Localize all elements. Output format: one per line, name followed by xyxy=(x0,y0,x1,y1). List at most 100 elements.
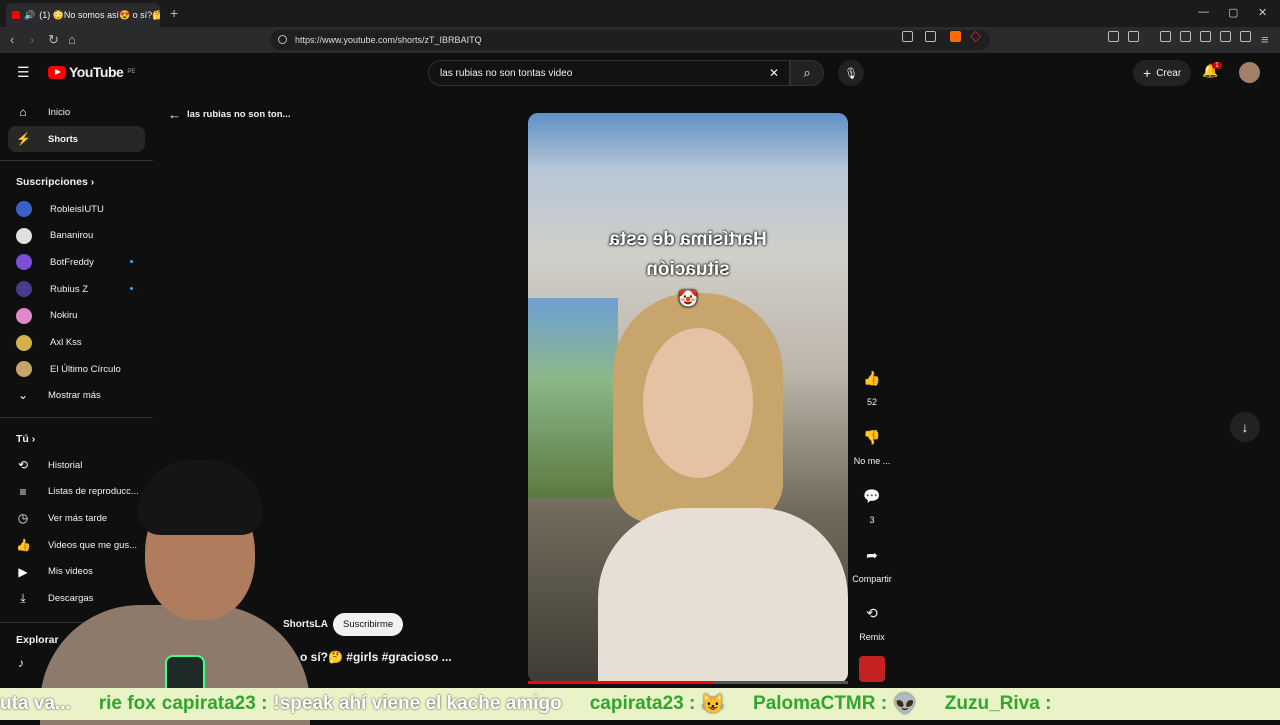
sidebar-icon[interactable] xyxy=(1180,31,1191,42)
speaker-icon[interactable]: 🔊 xyxy=(24,10,35,21)
streamer-hair xyxy=(138,460,263,535)
chevron-down-icon: ⌄ xyxy=(17,388,29,402)
dislike-button[interactable]: 👎 No me ... xyxy=(850,421,894,466)
chat-username: capirata23 : xyxy=(161,693,268,714)
search-icon: ⌕ xyxy=(803,65,811,80)
media-icon[interactable] xyxy=(1160,31,1171,42)
maximize-button[interactable]: ▢ xyxy=(1228,6,1238,19)
leo-icon[interactable] xyxy=(1220,31,1231,42)
chevron-right-icon: › xyxy=(31,433,36,445)
stream-chat-ticker: uta va... rie fox capirata23 : !speak ahí v… xyxy=(0,688,1280,720)
microphone-icon: 🎙 xyxy=(844,67,858,80)
remix-icon: ⟲ xyxy=(856,597,888,629)
video-person-body xyxy=(598,508,848,683)
shorts-icon: ⚡ xyxy=(16,132,31,146)
sidebar-subscription-item[interactable]: Rubius Z xyxy=(8,276,145,302)
youtube-favicon-icon xyxy=(12,11,20,19)
home-icon[interactable]: ⌂ xyxy=(68,32,76,47)
minimize-button[interactable]: — xyxy=(1198,6,1209,18)
sidebar-item-label: BotFreddy xyxy=(50,256,94,268)
video-progress-fill xyxy=(528,681,714,684)
comments-button[interactable]: 💬 3 xyxy=(851,480,893,525)
url-field[interactable]: https://www.youtube.com/shorts/zT_IBRBAI… xyxy=(270,30,990,50)
chat-username: PalomaCTMR : xyxy=(753,693,888,714)
site-info-icon[interactable] xyxy=(278,35,287,44)
arrow-down-icon: ↓ xyxy=(1241,419,1249,435)
arrow-left-icon: ← xyxy=(168,107,181,122)
video-progress-bar[interactable] xyxy=(528,681,848,684)
tiktok-style-trending-icon[interactable]: ♪ xyxy=(18,656,24,670)
streamer-webcam-overlay xyxy=(40,455,310,725)
sidebar-item-inicio[interactable]: ⌂ Inicio xyxy=(8,99,145,125)
channel-avatar xyxy=(16,334,32,351)
screenshot-icon[interactable] xyxy=(1128,31,1139,42)
sidebar-item-label: El Último Círculo xyxy=(50,363,121,375)
sidebar-subscription-item[interactable]: Axl Kss xyxy=(8,330,145,356)
home-icon: ⌂ xyxy=(19,105,27,119)
subscribe-button[interactable]: Suscribirme xyxy=(333,613,404,636)
channel-avatar xyxy=(16,281,32,298)
like-button[interactable]: 👍 52 xyxy=(851,362,893,407)
remix-button[interactable]: ⟲ Remix xyxy=(851,597,893,642)
channel-avatar xyxy=(16,307,32,324)
sound-thumbnail[interactable] xyxy=(859,656,885,682)
browser-tab-bar xyxy=(0,0,1280,27)
share-icon: ➦ xyxy=(856,539,888,571)
comment-icon: 💬 xyxy=(856,480,888,512)
short-video-player[interactable]: Hartísima de esta situación 🤡 xyxy=(528,113,848,683)
sidebar-subscription-item[interactable]: BotFreddy xyxy=(8,249,145,275)
subscriptions-heading[interactable]: Suscripciones › xyxy=(16,176,94,188)
chat-message: !speak ahí viene el kache amigo xyxy=(273,693,562,714)
search-input[interactable]: las rubias no son tontas video ✕ xyxy=(428,60,790,86)
close-window-button[interactable]: ✕ xyxy=(1258,6,1267,19)
sidebar-subscription-item[interactable]: Nokiru xyxy=(8,303,145,329)
share-button[interactable]: ➦ Compartir xyxy=(848,539,896,584)
sidebar-item-shorts[interactable]: ⚡ Shorts xyxy=(8,126,145,152)
clear-search-icon[interactable]: ✕ xyxy=(769,66,779,80)
search-button[interactable]: ⌕ xyxy=(790,60,824,86)
sidebar-subscription-item[interactable]: El Último Círculo xyxy=(8,356,145,382)
playlist-icon: ≡ xyxy=(19,484,27,499)
forward-icon[interactable]: › xyxy=(30,32,34,47)
short-title[interactable]: o sí?🤔 #girls #gracioso ... xyxy=(300,650,452,664)
brave-shield-icon[interactable] xyxy=(950,31,961,42)
channel-avatar xyxy=(16,361,32,378)
cast-icon[interactable] xyxy=(902,31,913,42)
next-short-button[interactable]: ↓ xyxy=(1230,412,1260,442)
divider xyxy=(0,417,153,418)
voice-search-button[interactable]: 🎙 xyxy=(838,60,864,86)
wallet-icon[interactable] xyxy=(1200,31,1211,42)
sidebar-item-label: Nokiru xyxy=(50,310,78,322)
history-icon: ⟲ xyxy=(17,458,29,472)
extensions-icon[interactable] xyxy=(1108,31,1119,42)
hamburger-menu-icon[interactable]: ☰ xyxy=(17,64,30,81)
share-page-icon[interactable] xyxy=(925,31,936,42)
video-caption: Hartísima de esta situación 🤡 xyxy=(528,225,848,315)
new-tab-button[interactable]: + xyxy=(170,5,178,21)
sidebar-subscription-item[interactable]: Bananirou xyxy=(8,223,145,249)
create-button[interactable]: + Crear xyxy=(1133,60,1192,86)
chat-username: rie fox xyxy=(98,693,156,714)
reload-icon[interactable]: ↻ xyxy=(48,32,59,48)
channel-avatar xyxy=(16,254,32,271)
youtube-logo[interactable]: YouTube PE xyxy=(48,64,135,80)
browser-tab[interactable]: 🔊 (1) 😳No somos así😍 o sí?🤔 ✕ xyxy=(6,3,160,27)
back-to-search-link[interactable]: ← las rubias no son ton... xyxy=(168,107,290,122)
notification-badge: 1 xyxy=(1212,62,1222,69)
sidebar-item-label: Rubius Z xyxy=(50,283,89,295)
back-icon[interactable]: ‹ xyxy=(10,32,14,47)
chat-username: Zuzu_Riva : xyxy=(944,693,1052,714)
show-more-button[interactable]: ⌄ Mostrar más xyxy=(8,382,145,408)
menu-icon[interactable]: ≡ xyxy=(1261,32,1269,47)
youtube-play-icon xyxy=(48,65,66,79)
sidebar-item-label: Bananirou xyxy=(50,230,94,242)
chat-message: uta va... xyxy=(0,693,71,714)
chat-message: 👽 xyxy=(893,694,917,715)
vpn-icon[interactable] xyxy=(1240,31,1251,42)
account-avatar[interactable] xyxy=(1239,62,1260,83)
clown-emoji-icon: 🤡 xyxy=(678,291,698,308)
divider xyxy=(0,160,153,161)
you-heading[interactable]: Tú › xyxy=(16,433,35,445)
clock-icon: ◷ xyxy=(17,511,29,526)
sidebar-subscription-item[interactable]: RobleisIUTU xyxy=(8,196,145,222)
